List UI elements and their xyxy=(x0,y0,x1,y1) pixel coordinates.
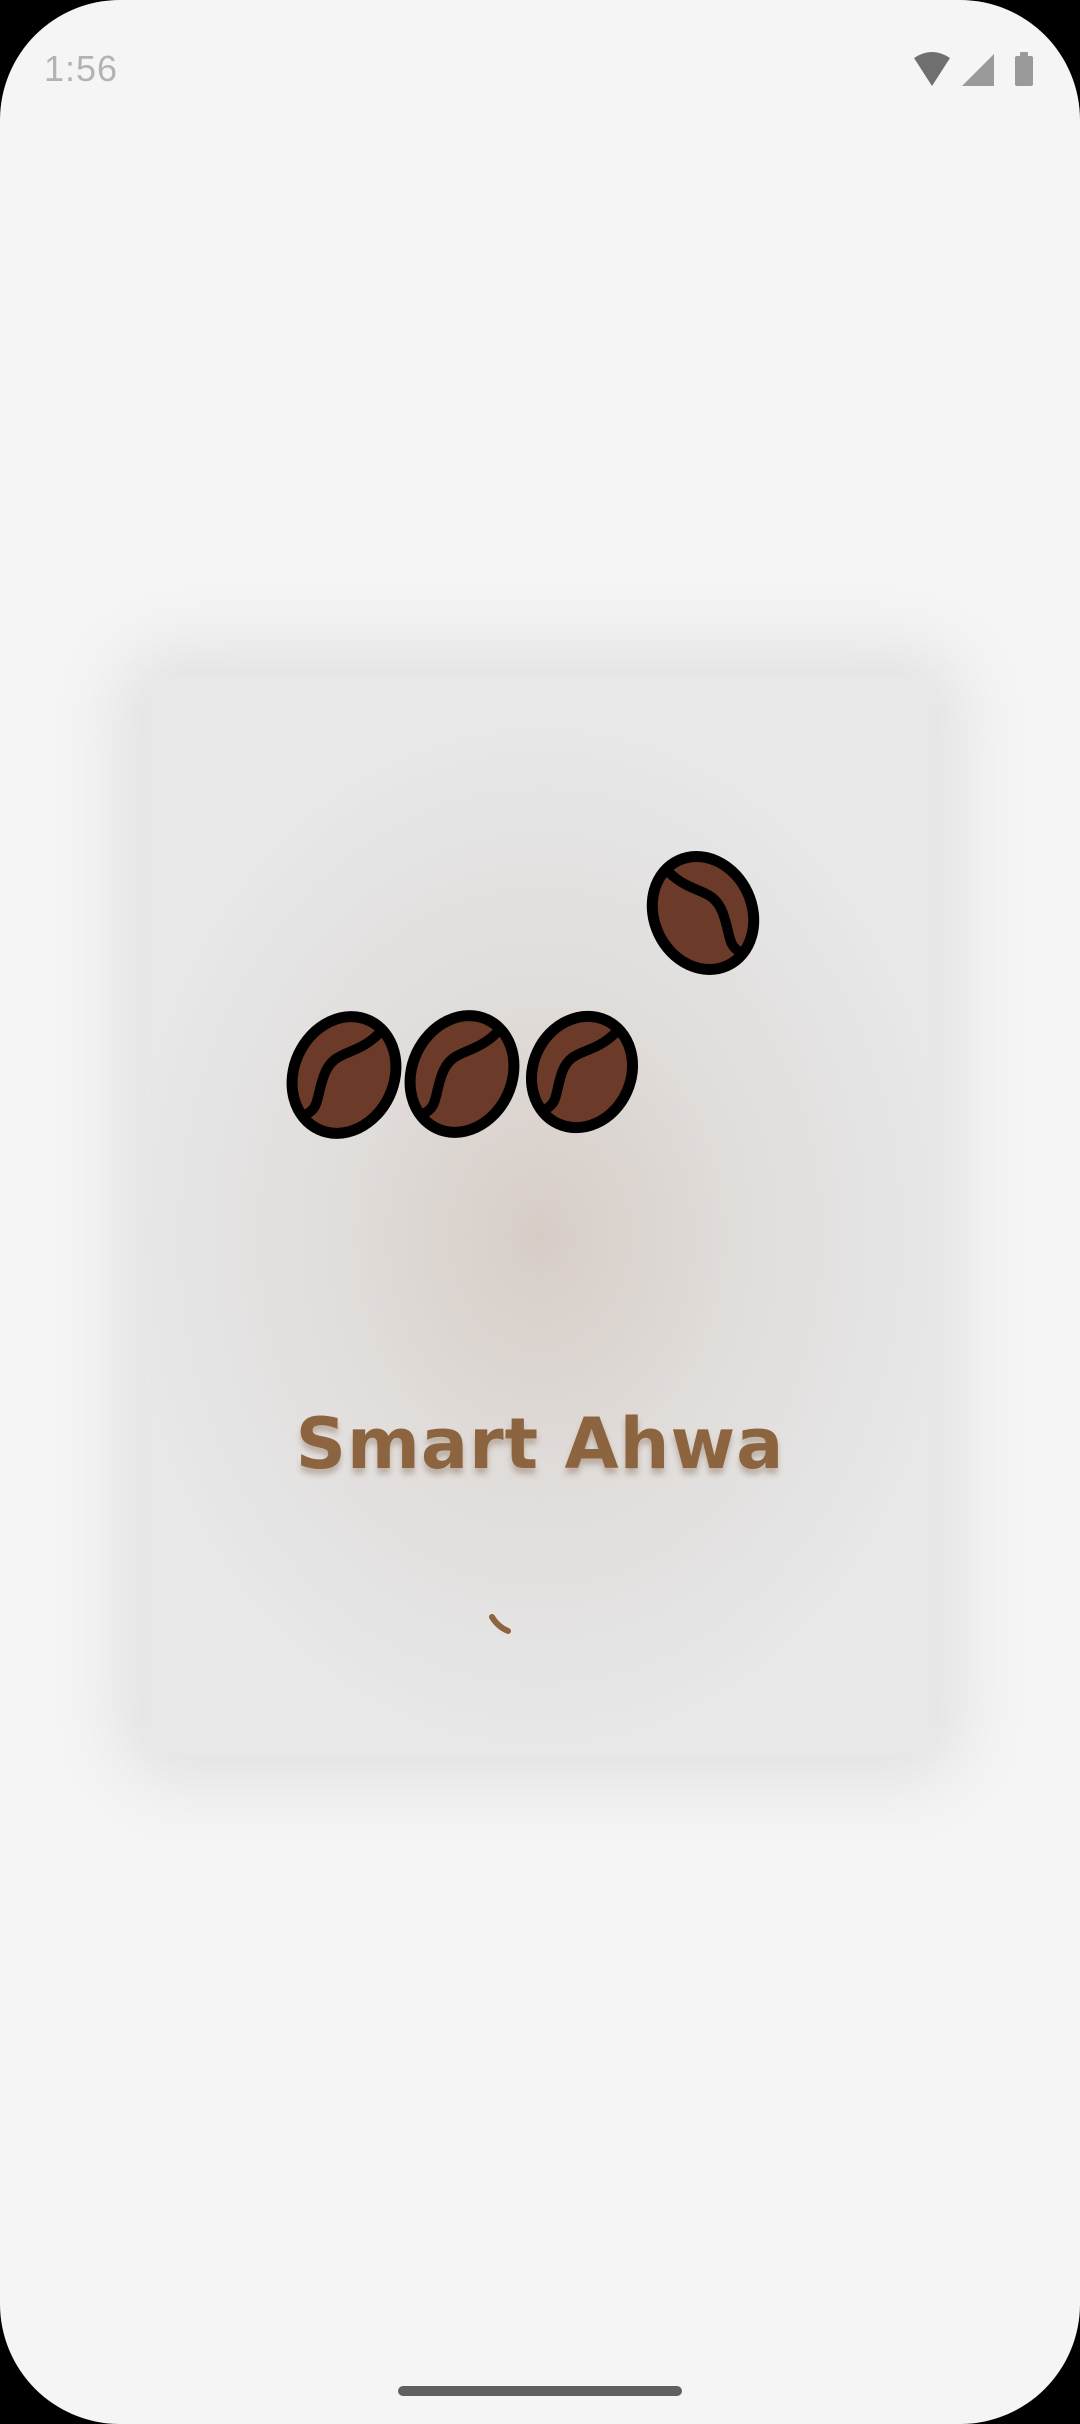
coffee-bean-icon xyxy=(286,1011,402,1139)
coffee-beans-illustration xyxy=(286,851,760,1139)
status-icons xyxy=(910,50,1040,90)
phone-screen: 1:56 Smart Ahwa xyxy=(0,0,1080,2424)
loading-spinner-icon xyxy=(489,1614,511,1634)
coffee-bean-icon xyxy=(404,1010,520,1138)
coffee-bean-icon xyxy=(646,851,760,975)
coffee-bean-icon xyxy=(525,1010,639,1134)
app-title: Smart Ahwa xyxy=(295,1403,785,1485)
wifi-icon xyxy=(914,52,950,86)
battery-icon xyxy=(1015,52,1033,86)
status-time: 1:56 xyxy=(44,48,119,89)
navigation-bar xyxy=(0,2354,1080,2424)
cellular-signal-icon xyxy=(962,54,994,86)
splash-card: Smart Ahwa xyxy=(145,675,935,1755)
home-indicator[interactable] xyxy=(398,2386,682,2396)
status-bar: 1:56 xyxy=(0,0,1080,140)
